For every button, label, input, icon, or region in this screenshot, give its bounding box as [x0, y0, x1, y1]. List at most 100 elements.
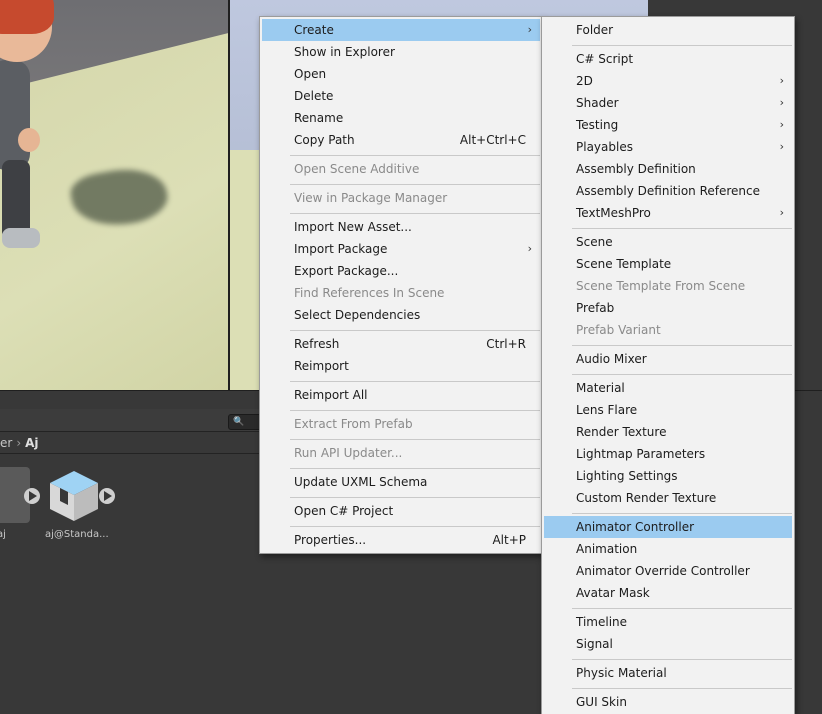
menu-separator: [572, 659, 792, 660]
menu-item-2d[interactable]: 2D ›: [544, 70, 792, 92]
menu-separator: [290, 439, 540, 440]
menu-item-lightmap-parameters[interactable]: Lightmap Parameters: [544, 443, 792, 465]
menu-item-label: Avatar Mask: [576, 586, 650, 600]
menu-item-extract-from-prefab: Extract From Prefab: [262, 413, 540, 435]
menu-item-shortcut: Ctrl+R: [486, 337, 526, 351]
menu-item-label: Reimport All: [294, 388, 368, 402]
menu-item-open-scene-additive: Open Scene Additive: [262, 158, 540, 180]
menu-separator: [572, 228, 792, 229]
menu-item-label: Import Package: [294, 242, 388, 256]
menu-item-label: Timeline: [576, 615, 628, 629]
menu-item-import-new-asset[interactable]: Import New Asset...: [262, 216, 540, 238]
menu-item-label: Update UXML Schema: [294, 475, 428, 489]
menu-item-signal[interactable]: Signal: [544, 633, 792, 655]
menu-item-label: Open: [294, 67, 327, 81]
menu-item-assembly-definition[interactable]: Assembly Definition: [544, 158, 792, 180]
character-hand: [18, 128, 40, 152]
menu-item-label: Folder: [576, 23, 614, 37]
menu-item-physic-material[interactable]: Physic Material: [544, 662, 792, 684]
menu-separator: [290, 330, 540, 331]
menu-separator: [290, 468, 540, 469]
menu-item-rename[interactable]: Rename: [262, 107, 540, 129]
menu-item-render-texture[interactable]: Render Texture: [544, 421, 792, 443]
menu-item-show-in-explorer[interactable]: Show in Explorer: [262, 41, 540, 63]
character-body: [0, 60, 30, 170]
menu-separator: [572, 513, 792, 514]
menu-item-delete[interactable]: Delete: [262, 85, 540, 107]
menu-item-open-c-project[interactable]: Open C# Project: [262, 500, 540, 522]
menu-item-label: Delete: [294, 89, 334, 103]
menu-item-label: View in Package Manager: [294, 191, 448, 205]
breadcrumb-prev[interactable]: er: [0, 436, 12, 450]
menu-item-label: Physic Material: [576, 666, 667, 680]
menu-item-label: Animation: [576, 542, 638, 556]
play-icon[interactable]: [24, 488, 40, 504]
menu-item-label: Signal: [576, 637, 613, 651]
menu-item-select-dependencies[interactable]: Select Dependencies: [262, 304, 540, 326]
menu-item-create[interactable]: Create ›: [262, 19, 540, 41]
menu-item-refresh[interactable]: Refresh Ctrl+R: [262, 333, 540, 355]
menu-item-playables[interactable]: Playables ›: [544, 136, 792, 158]
menu-item-label: Material: [576, 381, 625, 395]
menu-item-view-in-package-manager: View in Package Manager: [262, 187, 540, 209]
menu-item-audio-mixer[interactable]: Audio Mixer: [544, 348, 792, 370]
chevron-right-icon: ›: [779, 96, 784, 109]
menu-item-label: Properties...: [294, 533, 367, 547]
package-icon[interactable]: [46, 467, 102, 523]
menu-item-gui-skin[interactable]: GUI Skin: [544, 691, 792, 713]
menu-item-update-uxml-schema[interactable]: Update UXML Schema: [262, 471, 540, 493]
menu-item-animator-override-controller[interactable]: Animator Override Controller: [544, 560, 792, 582]
menu-item-label: Lens Flare: [576, 403, 638, 417]
menu-item-label: Open C# Project: [294, 504, 394, 518]
menu-item-material[interactable]: Material: [544, 377, 792, 399]
menu-item-label: Assembly Definition Reference: [576, 184, 761, 198]
scene-view[interactable]: [0, 0, 228, 390]
menu-separator: [572, 45, 792, 46]
menu-item-label: Create: [294, 23, 334, 37]
asset-label: aj@Standa...: [45, 529, 109, 540]
menu-item-avatar-mask[interactable]: Avatar Mask: [544, 582, 792, 604]
menu-item-label: TextMeshPro: [576, 206, 651, 220]
menu-item-import-package[interactable]: Import Package ›: [262, 238, 540, 260]
chevron-right-icon: ›: [16, 436, 22, 450]
menu-item-timeline[interactable]: Timeline: [544, 611, 792, 633]
menu-item-label: Animator Override Controller: [576, 564, 750, 578]
menu-item-copy-path[interactable]: Copy Path Alt+Ctrl+C: [262, 129, 540, 151]
menu-item-custom-render-texture[interactable]: Custom Render Texture: [544, 487, 792, 509]
menu-item-folder[interactable]: Folder: [544, 19, 792, 41]
menu-item-animation[interactable]: Animation: [544, 538, 792, 560]
menu-item-label: Refresh: [294, 337, 340, 351]
menu-item-shader[interactable]: Shader ›: [544, 92, 792, 114]
menu-item-label: Lighting Settings: [576, 469, 678, 483]
play-icon[interactable]: [99, 488, 115, 504]
menu-item-scene-template[interactable]: Scene Template: [544, 253, 792, 275]
menu-item-reimport-all[interactable]: Reimport All: [262, 384, 540, 406]
chevron-right-icon: ›: [527, 242, 532, 255]
menu-item-open[interactable]: Open: [262, 63, 540, 85]
menu-item-scene[interactable]: Scene: [544, 231, 792, 253]
menu-item-prefab[interactable]: Prefab: [544, 297, 792, 319]
menu-item-label: Scene Template: [576, 257, 672, 271]
menu-item-export-package[interactable]: Export Package...: [262, 260, 540, 282]
menu-item-label: Run API Updater...: [294, 446, 403, 460]
menu-item-textmeshpro[interactable]: TextMeshPro ›: [544, 202, 792, 224]
asset-label: aj: [0, 529, 6, 540]
menu-item-animator-controller[interactable]: Animator Controller: [544, 516, 792, 538]
project-toolbar: [0, 409, 260, 432]
chevron-right-icon: ›: [779, 118, 784, 131]
menu-item-lighting-settings[interactable]: Lighting Settings: [544, 465, 792, 487]
breadcrumb-current[interactable]: Aj: [25, 436, 38, 450]
menu-item-c-script[interactable]: C# Script: [544, 48, 792, 70]
context-menu: Create › Show in Explorer Open Delete Rename C…: [259, 16, 543, 554]
menu-item-lens-flare[interactable]: Lens Flare: [544, 399, 792, 421]
menu-item-label: Scene Template From Scene: [576, 279, 746, 293]
menu-item-properties[interactable]: Properties... Alt+P: [262, 529, 540, 551]
menu-separator: [290, 410, 540, 411]
menu-item-label: Scene: [576, 235, 613, 249]
menu-item-testing[interactable]: Testing ›: [544, 114, 792, 136]
menu-item-label: Select Dependencies: [294, 308, 421, 322]
menu-item-assembly-definition-reference[interactable]: Assembly Definition Reference: [544, 180, 792, 202]
menu-separator: [290, 526, 540, 527]
menu-item-scene-template-from-scene: Scene Template From Scene: [544, 275, 792, 297]
menu-item-reimport[interactable]: Reimport: [262, 355, 540, 377]
